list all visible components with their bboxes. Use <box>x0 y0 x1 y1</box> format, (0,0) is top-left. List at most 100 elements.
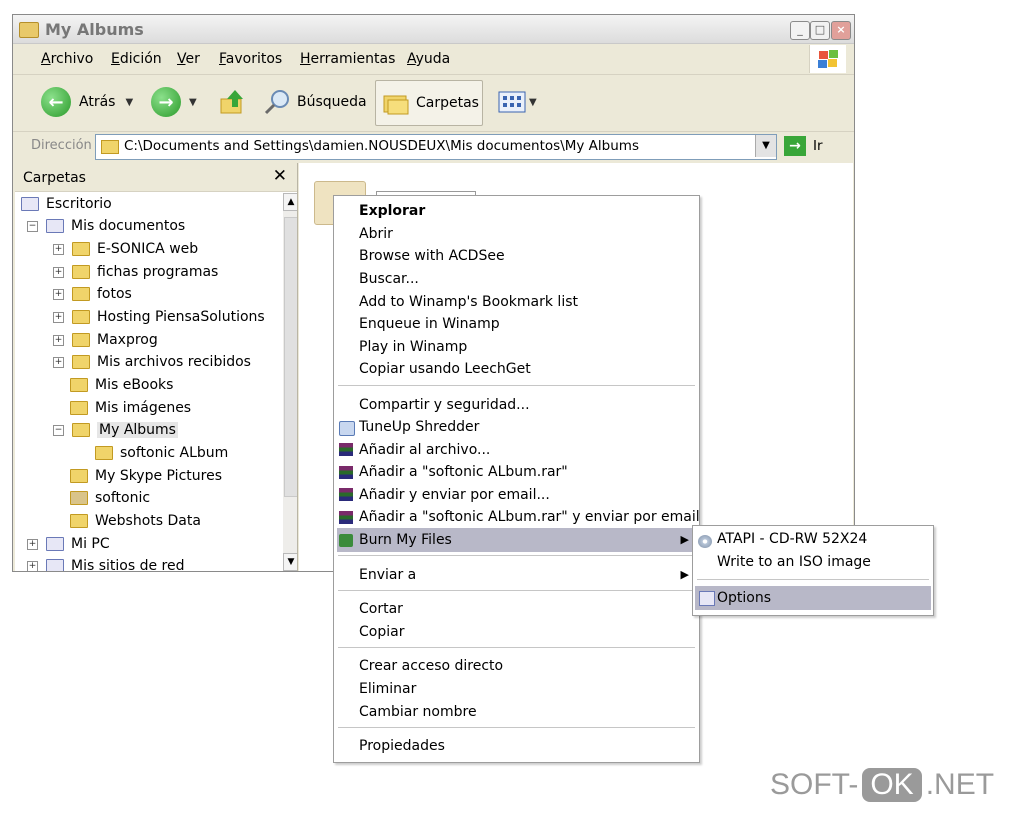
tree-item-my-albums[interactable]: − My Albums <box>53 419 178 441</box>
tree-item-fichas-programas[interactable]: + fichas programas <box>53 261 218 283</box>
go-button[interactable]: Ir <box>813 138 823 154</box>
burn-icon <box>339 534 353 547</box>
folders-button[interactable]: Carpetas <box>375 80 483 126</box>
menu-ver[interactable]: Ver <box>177 51 200 67</box>
expand-icon[interactable]: + <box>27 560 38 571</box>
tree-scrollbar[interactable]: ▲ ▼ <box>283 193 297 571</box>
menu-item-browse-acdsee[interactable]: Browse with ACDSee <box>359 245 505 267</box>
winrar-icon <box>339 488 353 501</box>
tree-item-softonic-album[interactable]: softonic ALbum <box>95 442 228 464</box>
submenu-arrow-icon: ▶ <box>680 568 689 581</box>
tree-item-hosting[interactable]: + Hosting PiensaSolutions <box>53 306 265 328</box>
expand-icon[interactable]: + <box>53 311 64 323</box>
close-icon[interactable]: ✕ <box>273 166 287 186</box>
tree-item-webshots-data[interactable]: Webshots Data <box>70 510 201 532</box>
views-dropdown-icon[interactable]: ▼ <box>529 97 537 108</box>
menu-item-enviar-a[interactable]: Enviar a <box>359 564 416 586</box>
menu-item-eliminar[interactable]: Eliminar <box>359 678 416 700</box>
scroll-down-icon[interactable]: ▼ <box>283 553 297 571</box>
folder-icon <box>70 378 88 392</box>
options-icon <box>699 591 715 606</box>
forward-dropdown-icon[interactable]: ▼ <box>189 97 197 108</box>
expand-icon[interactable]: + <box>53 288 64 300</box>
tree-item-label: My Albums <box>97 422 178 438</box>
expand-icon[interactable]: + <box>53 356 64 368</box>
menu-item-compartir[interactable]: Compartir y seguridad... <box>359 394 530 416</box>
scroll-up-icon[interactable]: ▲ <box>283 193 297 211</box>
tree-item-mis-sitios-de-red[interactable]: + Mis sitios de red <box>27 555 184 571</box>
tree-item-fotos[interactable]: + fotos <box>53 283 132 305</box>
expand-icon[interactable]: + <box>53 266 64 278</box>
menu-separator <box>338 727 695 728</box>
menu-item-anadir-archivo[interactable]: Añadir al archivo... <box>359 439 490 461</box>
menu-item-anadir-email[interactable]: Añadir y enviar por email... <box>359 484 550 506</box>
tree-item-mi-pc[interactable]: + Mi PC <box>27 533 110 555</box>
tree-item-mis-ebooks[interactable]: Mis eBooks <box>70 374 173 396</box>
tree-item-maxprog[interactable]: + Maxprog <box>53 329 158 351</box>
tree-item-escritorio[interactable]: Escritorio <box>21 193 112 215</box>
views-button[interactable]: ▼ <box>497 80 537 124</box>
menu-item-winamp-bookmark[interactable]: Add to Winamp's Bookmark list <box>359 291 578 313</box>
tree-item-my-skype-pictures[interactable]: My Skype Pictures <box>70 465 222 487</box>
tree-item-mis-imagenes[interactable]: Mis imágenes <box>70 397 191 419</box>
menu-item-propiedades[interactable]: Propiedades <box>359 735 445 757</box>
menu-item-copiar[interactable]: Copiar <box>359 621 404 643</box>
submenu-item-options[interactable]: Options <box>717 587 771 609</box>
maximize-button[interactable]: □ <box>810 21 830 40</box>
tree-item-label: fichas programas <box>97 264 219 280</box>
menu-item-enqueue-winamp[interactable]: Enqueue in Winamp <box>359 313 500 335</box>
back-button[interactable]: ← Atrás ▼ <box>41 80 133 124</box>
scroll-thumb[interactable] <box>284 217 297 497</box>
menu-archivo[interactable]: Archivo <box>41 51 93 67</box>
folder-icon <box>101 140 119 154</box>
expand-icon[interactable]: + <box>53 243 64 255</box>
menu-item-buscar[interactable]: Buscar... <box>359 268 419 290</box>
tree-item-softonic[interactable]: softonic <box>70 487 150 509</box>
menu-item-leechget[interactable]: Copiar usando LeechGet <box>359 358 531 380</box>
menu-item-play-winamp[interactable]: Play in Winamp <box>359 336 467 358</box>
tree-item-label: fotos <box>97 286 132 302</box>
up-folder-button[interactable] <box>217 80 247 124</box>
tree-item-mis-documentos[interactable]: − Mis documentos <box>27 215 185 237</box>
folder-icon <box>19 22 39 38</box>
folders-pane: Carpetas ✕ Escritorio − Mis documentos +… <box>15 163 298 571</box>
folder-icon <box>72 287 90 301</box>
menu-item-cortar[interactable]: Cortar <box>359 598 403 620</box>
menu-item-burn-my-files[interactable]: Burn My Files <box>359 529 452 551</box>
menu-item-anadir-rar-email[interactable]: Añadir a "softonic ALbum.rar" y enviar p… <box>359 506 700 528</box>
menu-item-label: TuneUp Shredder <box>359 419 480 435</box>
address-dropdown-icon[interactable]: ▼ <box>755 135 776 157</box>
menu-edicion[interactable]: Edición <box>111 51 162 67</box>
collapse-icon[interactable]: − <box>27 220 38 232</box>
tree-item-e-sonica-web[interactable]: + E-SONICA web <box>53 238 198 260</box>
collapse-icon[interactable]: − <box>53 424 64 436</box>
expand-icon[interactable]: + <box>27 538 38 550</box>
back-dropdown-icon[interactable]: ▼ <box>125 97 133 108</box>
tree-item-mis-archivos-recibidos[interactable]: + Mis archivos recibidos <box>53 351 251 373</box>
title-bar[interactable]: My Albums _ □ × <box>13 15 854 44</box>
go-arrow-icon[interactable]: → <box>784 136 806 156</box>
open-folder-icon <box>72 423 90 437</box>
menu-favoritos[interactable]: Favoritos <box>219 51 282 67</box>
submenu-item-write-iso[interactable]: Write to an ISO image <box>717 551 871 573</box>
window-title: My Albums <box>45 20 144 39</box>
expand-icon[interactable]: + <box>53 334 64 346</box>
menu-item-anadir-rar[interactable]: Añadir a "softonic ALbum.rar" <box>359 461 568 483</box>
close-button[interactable]: × <box>831 21 851 40</box>
submenu-item-atapi[interactable]: ATAPI - CD-RW 52X24 <box>717 528 867 550</box>
menu-item-tuneup-shredder[interactable]: TuneUp Shredder <box>359 416 479 438</box>
search-button[interactable]: Búsqueda <box>263 80 367 124</box>
menu-item-abrir[interactable]: Abrir <box>359 223 393 245</box>
menu-herramientas[interactable]: Herramientas <box>300 51 395 67</box>
menu-item-cambiar-nombre[interactable]: Cambiar nombre <box>359 701 477 723</box>
minimize-button[interactable]: _ <box>790 21 810 40</box>
folder-icon <box>72 242 90 256</box>
menu-ayuda[interactable]: Ayuda <box>407 51 450 67</box>
watermark-right: .NET <box>925 768 995 801</box>
forward-button[interactable]: → ▼ <box>151 80 197 124</box>
folders-pane-header: Carpetas ✕ <box>15 163 297 192</box>
address-input[interactable]: C:\Documents and Settings\damien.NOUSDEU… <box>95 134 777 160</box>
menu-item-crear-acceso[interactable]: Crear acceso directo <box>359 655 503 677</box>
menu-item-explorar[interactable]: Explorar <box>359 200 425 222</box>
desktop-icon <box>21 197 39 211</box>
